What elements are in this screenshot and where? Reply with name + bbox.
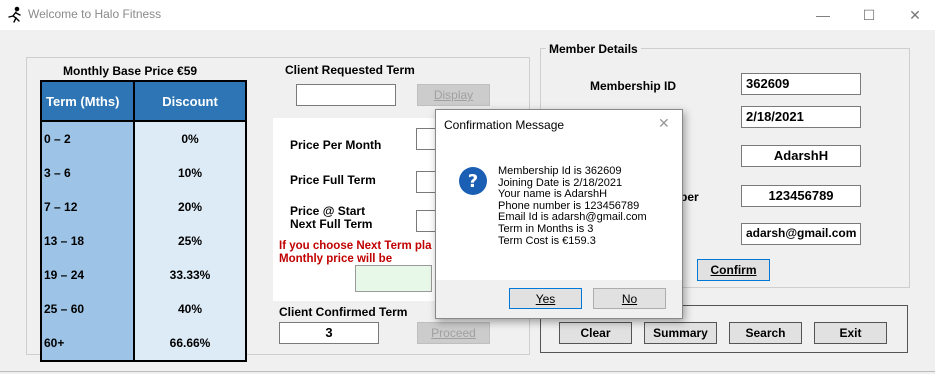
dialog-line: Term Cost is €159.3 — [498, 234, 596, 247]
discount-cell: 0% — [135, 122, 245, 156]
table-row: 0 – 2 0% — [42, 122, 245, 156]
minimize-button[interactable]: — — [800, 0, 846, 30]
email-field[interactable]: adarsh@gmail.com — [741, 223, 861, 245]
membership-id-field[interactable]: 362609 — [741, 73, 861, 95]
question-icon: ? — [458, 166, 488, 199]
term-cell: 0 – 2 — [42, 122, 135, 156]
discount-cell: 10% — [135, 156, 245, 190]
confirmation-dialog: Confirmation Message ✕ ? Membership Id i… — [435, 109, 683, 319]
table-row: 3 – 6 10% — [42, 156, 245, 190]
discount-cell: 25% — [135, 224, 245, 258]
exit-button[interactable]: Exit — [814, 322, 887, 344]
term-cell: 7 – 12 — [42, 190, 135, 224]
search-button[interactable]: Search — [729, 322, 802, 344]
proceed-button[interactable]: Proceed — [417, 322, 490, 344]
price-start-line2: Next Full Term — [290, 217, 373, 231]
join-date-field[interactable]: 2/18/2021 — [741, 106, 861, 128]
next-term-line1: If you choose Next Term pla — [279, 240, 432, 252]
table-row: 19 – 24 33.33% — [42, 258, 245, 292]
clear-button[interactable]: Clear — [559, 322, 632, 344]
header-term: Term (Mths) — [42, 82, 135, 120]
table-row: 13 – 18 25% — [42, 224, 245, 258]
dialog-line: Membership Id is 362609 — [498, 165, 622, 177]
table-row: 7 – 12 20% — [42, 190, 245, 224]
term-cell: 3 – 6 — [42, 156, 135, 190]
dialog-close-icon[interactable]: ✕ — [658, 115, 670, 132]
confirm-button[interactable]: Confirm — [697, 259, 770, 281]
name-field[interactable]: AdarshH — [741, 145, 861, 167]
next-term-price-field[interactable] — [355, 265, 432, 292]
discount-cell: 20% — [135, 190, 245, 224]
term-cell: 19 – 24 — [42, 258, 135, 292]
table-header: Term (Mths) Discount — [42, 82, 245, 122]
pricing-table: Term (Mths) Discount 0 – 2 0% 3 – 6 10% … — [40, 80, 247, 362]
runner-icon — [6, 6, 24, 24]
confirmed-term-label: Client Confirmed Term — [279, 305, 408, 319]
svg-text:?: ? — [468, 171, 478, 192]
dialog-footer: Yes No — [436, 280, 682, 318]
discount-cell: 33.33% — [135, 258, 245, 292]
display-button[interactable]: Display — [417, 84, 490, 106]
price-start-label: Price @ Start Next Full Term — [290, 205, 372, 231]
dialog-message: Membership Id is 362609 Joining Date is … — [498, 165, 647, 247]
pricing-title: Monthly Base Price €59 — [63, 64, 198, 78]
term-cell: 60+ — [42, 326, 135, 360]
price-full-term-label: Price Full Term — [290, 173, 376, 187]
discount-cell: 40% — [135, 292, 245, 326]
close-button[interactable]: ✕ — [892, 0, 935, 30]
discount-cell: 66.66% — [135, 326, 245, 360]
member-details-title: Member Details — [546, 42, 641, 56]
dialog-title: Confirmation Message — [444, 118, 565, 132]
title-bar: Welcome to Halo Fitness — ☐ ✕ — [0, 0, 935, 30]
table-row: 25 – 60 40% — [42, 292, 245, 326]
maximize-button[interactable]: ☐ — [846, 0, 892, 30]
requested-term-label: Client Requested Term — [285, 63, 415, 77]
summary-button[interactable]: Summary — [644, 322, 717, 344]
bottom-edge — [0, 371, 935, 372]
phone-field[interactable]: 123456789 — [741, 185, 861, 207]
requested-term-input[interactable] — [296, 84, 396, 106]
yes-button[interactable]: Yes — [509, 288, 582, 309]
dialog-line: Term in Months is 3 — [498, 222, 594, 235]
term-cell: 13 – 18 — [42, 224, 135, 258]
table-row: 60+ 66.66% — [42, 326, 245, 360]
header-discount: Discount — [135, 82, 245, 120]
term-cell: 25 – 60 — [42, 292, 135, 326]
confirmed-term-input[interactable]: 3 — [279, 322, 379, 344]
window-title: Welcome to Halo Fitness — [28, 7, 162, 21]
next-term-note: If you choose Next Term pla Monthly pric… — [279, 240, 432, 266]
membership-id-label: Membership ID — [590, 79, 677, 93]
no-button[interactable]: No — [593, 288, 666, 309]
price-per-month-label: Price Per Month — [290, 138, 382, 152]
